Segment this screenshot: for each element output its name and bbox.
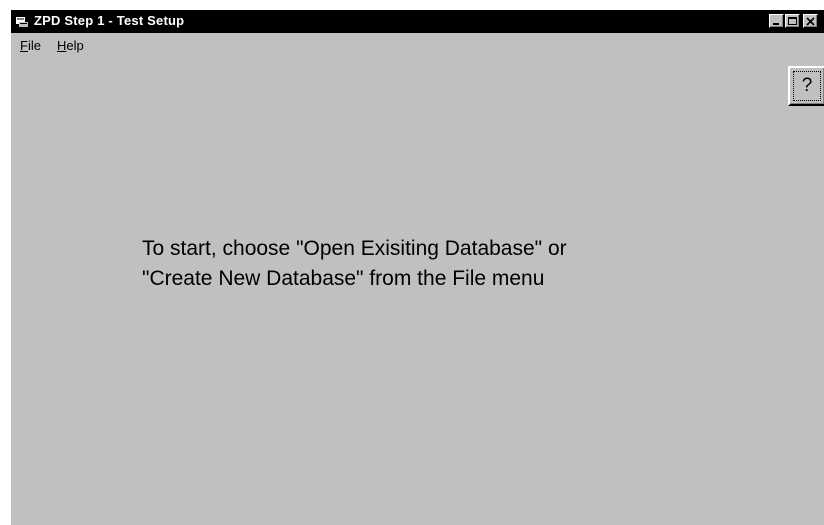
menu-help-mnemonic: H <box>57 38 67 53</box>
help-button[interactable]: ? <box>788 66 824 106</box>
maximize-icon <box>788 17 797 25</box>
menu-file-label: ile <box>27 38 41 53</box>
menu-help-label: elp <box>66 38 84 53</box>
menu-file[interactable]: File <box>20 38 41 53</box>
application-icon[interactable] <box>15 15 29 28</box>
maximize-button[interactable] <box>785 14 800 28</box>
close-button[interactable] <box>803 14 818 28</box>
question-mark-icon: ? <box>801 75 813 96</box>
minimize-icon <box>773 23 779 25</box>
menu-help[interactable]: Help <box>57 38 84 53</box>
instructions-line-2: "Create New Database" from the File menu <box>142 267 545 290</box>
main-window: ZPD Step 1 - Test Setup File Help ? To s… <box>11 10 824 525</box>
close-icon <box>806 17 815 26</box>
title-bar[interactable]: ZPD Step 1 - Test Setup <box>11 10 824 33</box>
menu-bar: File Help <box>11 33 824 57</box>
instructions-line-1: To start, choose "Open Exisiting Databas… <box>142 237 567 260</box>
instructions-text: To start, choose "Open Exisiting Databas… <box>142 234 762 294</box>
menu-file-mnemonic: F <box>20 38 28 53</box>
minimize-button[interactable] <box>769 14 784 28</box>
window-title: ZPD Step 1 - Test Setup <box>34 13 185 28</box>
